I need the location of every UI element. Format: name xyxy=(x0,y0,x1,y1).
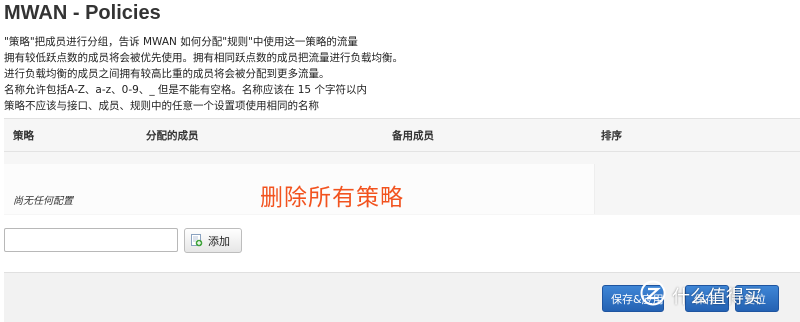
add-button-label: 添加 xyxy=(208,234,230,248)
description-line: 策略不应该与接口、成员、规则中的任意一个设置项使用相同的名称 xyxy=(4,100,319,112)
description-line: "策略"把成员进行分组，告诉 MWAN 如何分配"规则"中使用这一策略的流量 xyxy=(4,36,358,48)
description-line: 拥有较低跃点数的成员将会被优先使用。拥有相同跃点数的成员把流量进行负载均衡。 xyxy=(4,52,403,64)
column-header-assigned-members: 分配的成员 xyxy=(146,130,199,142)
column-header-sort: 排序 xyxy=(601,130,622,142)
watermark-text: 什么值得买 xyxy=(672,286,762,308)
empty-table-message: 尚无任何配置 xyxy=(13,196,73,207)
watermark: 什么值得买 xyxy=(640,280,762,311)
new-policy-name-input[interactable] xyxy=(4,228,178,252)
zhi-logo-icon xyxy=(640,280,666,311)
description-line: 进行负载均衡的成员之间拥有较高比重的成员将会被分配到更多流量。 xyxy=(4,68,330,80)
page-title: MWAN - Policies xyxy=(4,2,161,24)
add-button[interactable]: 添加 xyxy=(184,228,242,253)
column-header-backup-members: 备用成员 xyxy=(392,130,434,142)
policy-description: "策略"把成员进行分组，告诉 MWAN 如何分配"规则"中使用这一策略的流量 拥… xyxy=(4,34,784,114)
description-line: 名称允许包括A-Z、a-z、0-9、_ 但是不能有空格。名称应该在 15 个字符… xyxy=(4,84,367,96)
add-icon xyxy=(190,234,203,247)
column-header-policy: 策略 xyxy=(13,130,34,142)
table-header-row: 策略 分配的成员 备用成员 排序 xyxy=(4,119,800,152)
overlay-caption: 删除所有策略 xyxy=(260,185,404,211)
